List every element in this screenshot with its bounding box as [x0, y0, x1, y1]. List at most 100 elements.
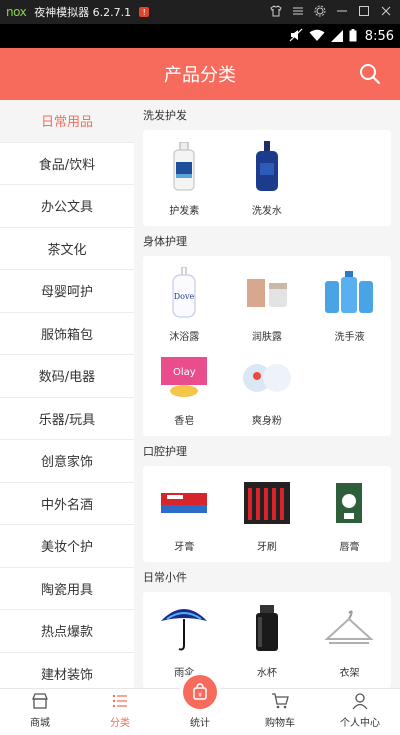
sidebar-item-label: 中外名酒 [40, 497, 93, 513]
emulator-toolbar [268, 3, 394, 19]
close-icon[interactable] [378, 3, 394, 19]
section-title: 口腔护理 [143, 445, 187, 458]
product-item[interactable]: 润肤露 [226, 262, 309, 346]
soap-box-icon: Olay [157, 350, 211, 404]
sidebar-item[interactable]: 母婴呵护 [0, 270, 134, 313]
product-item[interactable]: 唇膏 [308, 472, 391, 556]
tab-label: 统计 [190, 718, 210, 729]
product-label: 香皂 [174, 416, 195, 427]
product-item[interactable]: Dove 沐浴露 [143, 262, 226, 346]
sidebar-item-label: 母婴呵护 [40, 285, 93, 301]
svg-text:Dove: Dove [174, 292, 195, 301]
product-item[interactable]: 水杯 [226, 598, 309, 682]
sidebar-item[interactable]: 办公文具 [0, 185, 134, 228]
product-label: 衣架 [339, 668, 360, 679]
product-item[interactable]: 牙刷 [226, 472, 309, 556]
tab-item[interactable]: ¥ 统计 [160, 675, 240, 735]
section-title: 洗发护发 [143, 109, 187, 122]
shop-icon [31, 692, 49, 710]
sidebar-item-label: 陶瓷用具 [40, 582, 93, 598]
sidebar-item[interactable]: 乐器/玩具 [0, 397, 134, 440]
sidebar-item-label: 办公文具 [40, 200, 93, 216]
sidebar-item[interactable]: 陶瓷用具 [0, 567, 134, 610]
lotion-jar-icon [240, 266, 294, 320]
svg-text:Olay: Olay [173, 367, 196, 378]
tab-label: 购物车 [265, 718, 295, 729]
umbrella-icon [157, 602, 211, 656]
product-label: 洗发水 [251, 206, 282, 217]
section-card: 护发素 洗发水 [143, 130, 391, 226]
product-label: 牙刷 [256, 542, 277, 553]
sidebar-item-label: 美妆个护 [40, 540, 93, 556]
powder-tins-icon [240, 350, 294, 404]
section-card: 牙膏 牙刷 唇膏 [143, 466, 391, 562]
sidebar-item[interactable]: 数码/电器 [0, 355, 134, 398]
menu-icon[interactable] [290, 3, 306, 19]
hand-soap-bottles-icon [322, 266, 376, 320]
product-label: 爽身粉 [251, 416, 282, 427]
tab-item[interactable]: 分类 [80, 689, 160, 735]
gear-icon[interactable] [312, 3, 328, 19]
sidebar-item-label: 日常用品 [40, 115, 93, 131]
bag-icon: ¥ [183, 675, 217, 709]
toothbrush-pack-icon [240, 476, 294, 530]
product-item[interactable]: 雨伞 [143, 598, 226, 682]
emulator-title-bar: nox 夜神模拟器 6.2.7.1 ! [0, 0, 400, 24]
sidebar-item-label: 茶文化 [47, 242, 87, 258]
wifi-icon [309, 27, 325, 46]
sidebar-item-label: 乐器/玩具 [38, 412, 96, 428]
sidebar-item-label: 服饰箱包 [40, 327, 93, 343]
status-bar: 8:56 [0, 24, 400, 48]
tab-item[interactable]: 个人中心 [320, 689, 400, 735]
sidebar-item[interactable]: 热点爆款 [0, 610, 134, 653]
svg-text:¥: ¥ [198, 692, 202, 699]
person-icon [351, 692, 369, 710]
shampoo-bottle-icon [240, 140, 294, 194]
product-item[interactable]: 洗发水 [226, 136, 309, 220]
sidebar-item[interactable]: 建材装饰 [0, 652, 134, 688]
product-label: 水杯 [256, 668, 277, 679]
product-item[interactable]: 洗手液 [308, 262, 391, 346]
product-label: 沐浴露 [169, 332, 200, 343]
product-item[interactable]: 衣架 [308, 598, 391, 682]
tab-label: 商城 [30, 718, 50, 729]
sidebar-item[interactable]: 中外名酒 [0, 482, 134, 525]
body-wash-bottle-icon: Dove [157, 266, 211, 320]
tab-item[interactable]: 商城 [0, 689, 80, 735]
tab-label: 分类 [110, 718, 130, 729]
sidebar-item[interactable]: 茶文化 [0, 227, 134, 270]
app-header: 产品分类 [0, 48, 400, 100]
sidebar-item[interactable]: 美妆个护 [0, 525, 134, 568]
emulator-badge[interactable]: ! [139, 7, 150, 17]
maximize-icon[interactable] [356, 3, 372, 19]
product-label: 护发素 [169, 206, 200, 217]
product-item[interactable]: Olay 香皂 [143, 346, 226, 430]
list-icon [111, 692, 129, 710]
sidebar-item[interactable]: 日常用品 [0, 100, 134, 143]
tab-item[interactable]: 购物车 [240, 689, 320, 735]
product-item[interactable]: 牙膏 [143, 472, 226, 556]
sidebar-item[interactable]: 服饰箱包 [0, 312, 134, 355]
minimize-icon[interactable] [334, 3, 350, 19]
sidebar-item-label: 建材装饰 [40, 667, 93, 683]
search-icon[interactable] [358, 62, 382, 86]
conditioner-bottle-icon [157, 140, 211, 194]
section-card: 雨伞水杯 衣架 [143, 592, 391, 688]
cart-icon [271, 692, 289, 710]
category-sidebar: 日常用品食品/饮料办公文具茶文化母婴呵护服饰箱包数码/电器乐器/玩具创意家饰中外… [0, 100, 134, 688]
product-item[interactable]: 护发素 [143, 136, 226, 220]
page-title: 产品分类 [164, 65, 236, 86]
sidebar-item[interactable]: 食品/饮料 [0, 142, 134, 185]
product-label: 洗手液 [334, 332, 365, 343]
shirt-icon[interactable] [268, 3, 284, 19]
signal-icon [330, 27, 343, 46]
mute-icon [289, 27, 303, 46]
sidebar-item-label: 热点爆款 [40, 625, 93, 641]
emulator-logo: nox [6, 5, 27, 19]
bottom-tab-bar: 商城 分类 ¥ 统计 购物车 个人中心 [0, 675, 400, 735]
sidebar-item[interactable]: 创意家饰 [0, 440, 134, 483]
thermos-icon [240, 602, 294, 656]
category-content: 洗发护发 护发素 洗发水 身体护理 Dove 沐浴露 润肤露 洗手液 Olay 香皂 爽身粉 口腔护理… [134, 100, 400, 688]
sidebar-item-label: 创意家饰 [40, 455, 93, 471]
product-item[interactable]: 爽身粉 [226, 346, 309, 430]
